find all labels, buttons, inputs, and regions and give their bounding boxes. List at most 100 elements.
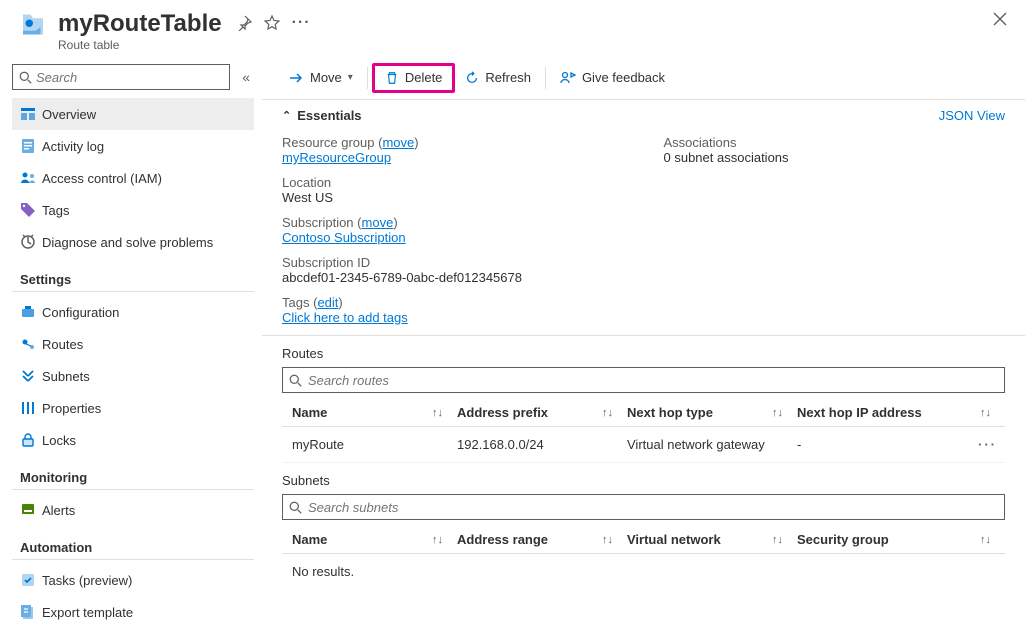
sort-icon[interactable]: ↑↓ <box>602 534 627 546</box>
essentials-tags-label: Tags <box>282 295 309 310</box>
table-row[interactable]: myRoute192.168.0.0/24Virtual network gat… <box>282 427 1005 463</box>
refresh-icon <box>465 71 479 85</box>
delete-icon <box>385 71 399 85</box>
page-title: myRouteTable <box>58 10 222 38</box>
subnets-col-name: Name <box>292 532 327 547</box>
json-view-link[interactable]: JSON View <box>939 108 1005 123</box>
nav-item-configuration[interactable]: Configuration <box>12 296 254 328</box>
diagnose-icon <box>20 234 42 250</box>
export-template-icon <box>20 604 42 620</box>
nav-item-label: Access control (IAM) <box>42 171 162 186</box>
essentials-panel: Resource group (move) myResourceGroup Lo… <box>262 131 1025 336</box>
access-control-icon <box>20 170 42 186</box>
row-more-icon[interactable]: ··· <box>978 437 1005 452</box>
essentials-loc-value: West US <box>282 190 624 205</box>
route-hoptype: Virtual network gateway <box>627 437 765 452</box>
sidebar: « Overview Activity log Access control (IA… <box>0 56 262 644</box>
nav-item-alerts[interactable]: Alerts <box>12 494 254 526</box>
favorite-star-icon[interactable] <box>264 15 280 31</box>
essentials-loc-label: Location <box>282 175 624 190</box>
routes-search[interactable] <box>282 367 1005 393</box>
nav-item-export-template[interactable]: Export template <box>12 596 254 628</box>
tags-add-link[interactable]: Click here to add tags <box>282 310 408 325</box>
tags-icon <box>20 202 42 218</box>
toolbar-separator <box>367 67 368 89</box>
subnets-section: Subnets Name↑↓ Address range↑↓ Virtual n… <box>262 463 1025 589</box>
routes-icon <box>20 336 42 352</box>
essentials-label: Essentials <box>297 108 361 123</box>
subnets-title: Subnets <box>282 473 1005 488</box>
routes-col-name: Name <box>292 405 327 420</box>
nav-item-diagnose-and-solve-problems[interactable]: Diagnose and solve problems <box>12 226 254 258</box>
essentials-sub-label: Subscription <box>282 215 354 230</box>
sort-icon[interactable]: ↑↓ <box>772 407 797 419</box>
search-icon <box>289 374 302 387</box>
nav-item-label: Subnets <box>42 369 90 384</box>
nav-item-routes[interactable]: Routes <box>12 328 254 360</box>
nav-item-label: Properties <box>42 401 101 416</box>
nav-item-properties[interactable]: Properties <box>12 392 254 424</box>
collapse-sidebar-icon[interactable]: « <box>238 67 254 87</box>
sidebar-search-input[interactable] <box>36 70 223 85</box>
sort-icon[interactable]: ↑↓ <box>432 534 457 546</box>
nav-item-tasks-preview-[interactable]: Tasks (preview) <box>12 564 254 596</box>
nav-item-access-control-iam-[interactable]: Access control (IAM) <box>12 162 254 194</box>
subnets-col-sg: Security group <box>797 532 889 547</box>
move-label: Move <box>310 70 342 85</box>
tags-edit-link[interactable]: edit <box>317 295 338 310</box>
nav-item-label: Export template <box>42 605 133 620</box>
nav-item-overview[interactable]: Overview <box>12 98 254 130</box>
sidebar-search[interactable] <box>12 64 230 90</box>
sort-icon[interactable]: ↑↓ <box>432 407 457 419</box>
nav-item-activity-log[interactable]: Activity log <box>12 130 254 162</box>
search-icon <box>19 71 32 84</box>
route-hopip: - <box>797 437 801 452</box>
delete-button[interactable]: Delete <box>372 63 456 93</box>
refresh-button[interactable]: Refresh <box>455 63 541 93</box>
main-content: Move ▾ Delete Refresh <box>262 56 1025 644</box>
essentials-subid-value: abcdef01-2345-6789-0abc-def012345678 <box>282 270 624 285</box>
nav-item-label: Configuration <box>42 305 119 320</box>
rg-value-link[interactable]: myResourceGroup <box>282 150 391 165</box>
routes-col-prefix: Address prefix <box>457 405 548 420</box>
essentials-toggle[interactable]: ⌃ Essentials <box>282 108 362 123</box>
pin-icon[interactable] <box>236 15 252 31</box>
sort-icon[interactable]: ↑↓ <box>772 534 797 546</box>
sort-icon[interactable]: ↑↓ <box>602 407 627 419</box>
feedback-icon <box>560 70 576 86</box>
nav-item-label: Tasks (preview) <box>42 573 132 588</box>
route-table-icon <box>18 12 48 42</box>
feedback-button[interactable]: Give feedback <box>550 63 675 93</box>
nav-item-label: Overview <box>42 107 96 122</box>
routes-section: Routes Name↑↓ Address prefix↑↓ Next hop … <box>262 336 1025 463</box>
nav-item-locks[interactable]: Locks <box>12 424 254 456</box>
subnets-search-input[interactable] <box>308 500 998 515</box>
essentials-assoc-label: Associations <box>664 135 1006 150</box>
chevron-down-icon: ▾ <box>348 72 353 83</box>
sort-icon[interactable]: ↑↓ <box>980 534 1005 546</box>
sort-icon[interactable]: ↑↓ <box>980 407 1005 419</box>
routes-search-input[interactable] <box>308 373 998 388</box>
subnets-icon <box>20 368 42 384</box>
subnets-search[interactable] <box>282 494 1005 520</box>
toolbar-separator <box>545 67 546 89</box>
subnets-table-header: Name↑↓ Address range↑↓ Virtual network↑↓… <box>282 526 1005 554</box>
activity-log-icon <box>20 138 42 154</box>
move-button[interactable]: Move ▾ <box>278 63 363 93</box>
subnets-col-range: Address range <box>457 532 548 547</box>
routes-col-hoptype: Next hop type <box>627 405 713 420</box>
rg-move-link[interactable]: move <box>382 135 414 150</box>
nav-item-subnets[interactable]: Subnets <box>12 360 254 392</box>
alerts-icon <box>20 502 42 518</box>
close-icon[interactable] <box>993 12 1007 26</box>
sub-move-link[interactable]: move <box>362 215 394 230</box>
more-icon[interactable]: ··· <box>292 14 311 32</box>
locks-icon <box>20 432 42 448</box>
nav-item-label: Activity log <box>42 139 104 154</box>
chevron-up-icon: ⌃ <box>282 109 291 122</box>
header-text: myRouteTable Route table <box>58 10 222 52</box>
nav-item-tags[interactable]: Tags <box>12 194 254 226</box>
move-icon <box>288 70 304 86</box>
sub-value-link[interactable]: Contoso Subscription <box>282 230 406 245</box>
overview-icon <box>20 106 42 122</box>
